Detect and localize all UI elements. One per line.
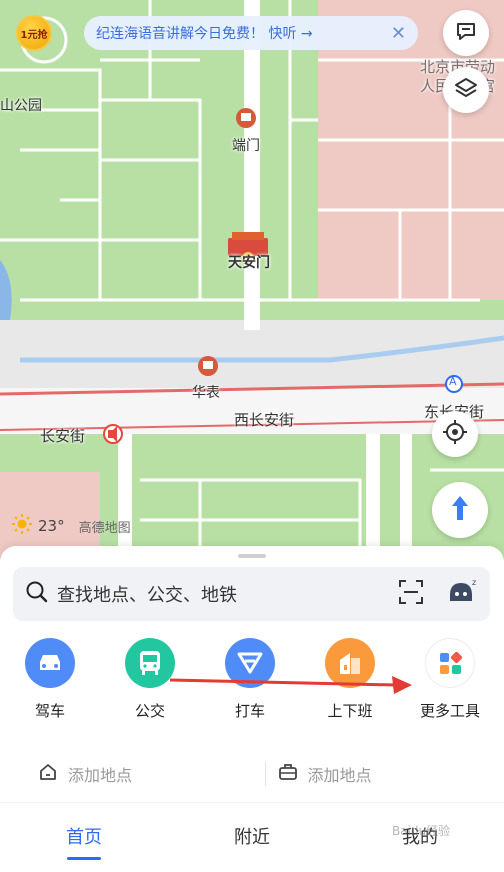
add-home-button[interactable]: 添加地点 — [0, 762, 265, 786]
notice-banner[interactable]: 纪连海语音讲解今日免费！ 快听 → ✕ — [84, 16, 418, 50]
shortcut-row: 驾车 公交 打车 上下班 更多工具 — [0, 638, 504, 721]
map-label-park: 山公园 — [0, 98, 42, 114]
shortcut-drive[interactable]: 驾车 — [0, 638, 100, 721]
tab-label: 首页 — [66, 827, 102, 848]
map-label-changanjie: 长安街 — [40, 427, 86, 445]
search-icon — [25, 580, 49, 608]
more-tools-icon — [425, 638, 475, 688]
promo-badge[interactable]: 1元抢 — [16, 15, 52, 51]
add-home-label: 添加地点 — [68, 766, 133, 785]
shortcut-commute[interactable]: 上下班 — [300, 638, 400, 721]
add-work-label: 添加地点 — [307, 766, 372, 785]
commute-icon — [325, 638, 375, 688]
tab-label: 附近 — [234, 827, 270, 848]
subway-label: A — [449, 375, 457, 388]
watermark: Baidu经验 — [392, 824, 451, 838]
bus-icon — [125, 638, 175, 688]
search-bar[interactable]: 查找地点、公交、地铁 z — [13, 567, 490, 621]
close-icon[interactable]: ✕ — [391, 23, 406, 44]
temperature: 23° — [38, 517, 65, 535]
map-label-duanmen: 端门 — [232, 138, 260, 154]
message-button[interactable] — [443, 10, 489, 56]
navigation-button[interactable] — [432, 482, 488, 538]
notice-text: 纪连海语音讲解今日免费！ 快听 → — [96, 26, 313, 42]
map-label-xichangan: 西长安街 — [234, 411, 295, 429]
message-icon — [454, 19, 478, 47]
shortcut-taxi[interactable]: 打车 — [200, 638, 300, 721]
taxi-icon — [225, 638, 275, 688]
sun-icon — [12, 514, 32, 538]
active-indicator — [67, 857, 101, 860]
weather-widget: 23° 高德地图 — [12, 514, 131, 538]
shortcut-label: 打车 — [234, 702, 265, 720]
locate-button[interactable] — [432, 411, 478, 457]
bottom-panel: 查找地点、公交、地铁 z 驾车 公交 打车 上下班 更多工具 添加地点 添加地点 — [0, 546, 504, 802]
shortcut-bus[interactable]: 公交 — [100, 638, 200, 721]
map-label-huabiao: 华表 — [192, 385, 220, 401]
locate-icon — [442, 419, 468, 449]
svg-text:z: z — [472, 578, 476, 587]
voice-assistant-icon[interactable]: z — [446, 577, 478, 611]
tab-home[interactable]: 首页 — [0, 803, 168, 872]
map-label-tiananmen: 天安门 — [228, 255, 270, 271]
shortcut-more-tools[interactable]: 更多工具 — [400, 638, 500, 721]
car-icon — [25, 638, 75, 688]
search-placeholder: 查找地点、公交、地铁 — [57, 585, 237, 606]
briefcase-icon — [278, 762, 298, 786]
map-view[interactable]: 山公园 端门 天安门 华表 西长安街 长安街 东长安街 北京市劳动人民文化宫 A… — [0, 0, 504, 560]
layers-button[interactable] — [443, 67, 489, 113]
shortcut-label: 更多工具 — [419, 702, 480, 720]
brand-label: 高德地图 — [78, 520, 131, 536]
drag-handle[interactable] — [238, 554, 266, 558]
shortcut-label: 驾车 — [34, 702, 65, 720]
tab-nearby[interactable]: 附近 — [168, 803, 336, 872]
layers-icon — [454, 76, 478, 104]
navigation-icon — [445, 493, 475, 527]
add-work-button[interactable]: 添加地点 — [266, 762, 504, 786]
shortcut-label: 公交 — [134, 702, 165, 720]
shortcut-label: 上下班 — [327, 702, 373, 720]
saved-places-row: 添加地点 添加地点 — [0, 750, 504, 798]
home-icon — [38, 762, 58, 786]
scan-icon[interactable] — [398, 579, 424, 609]
